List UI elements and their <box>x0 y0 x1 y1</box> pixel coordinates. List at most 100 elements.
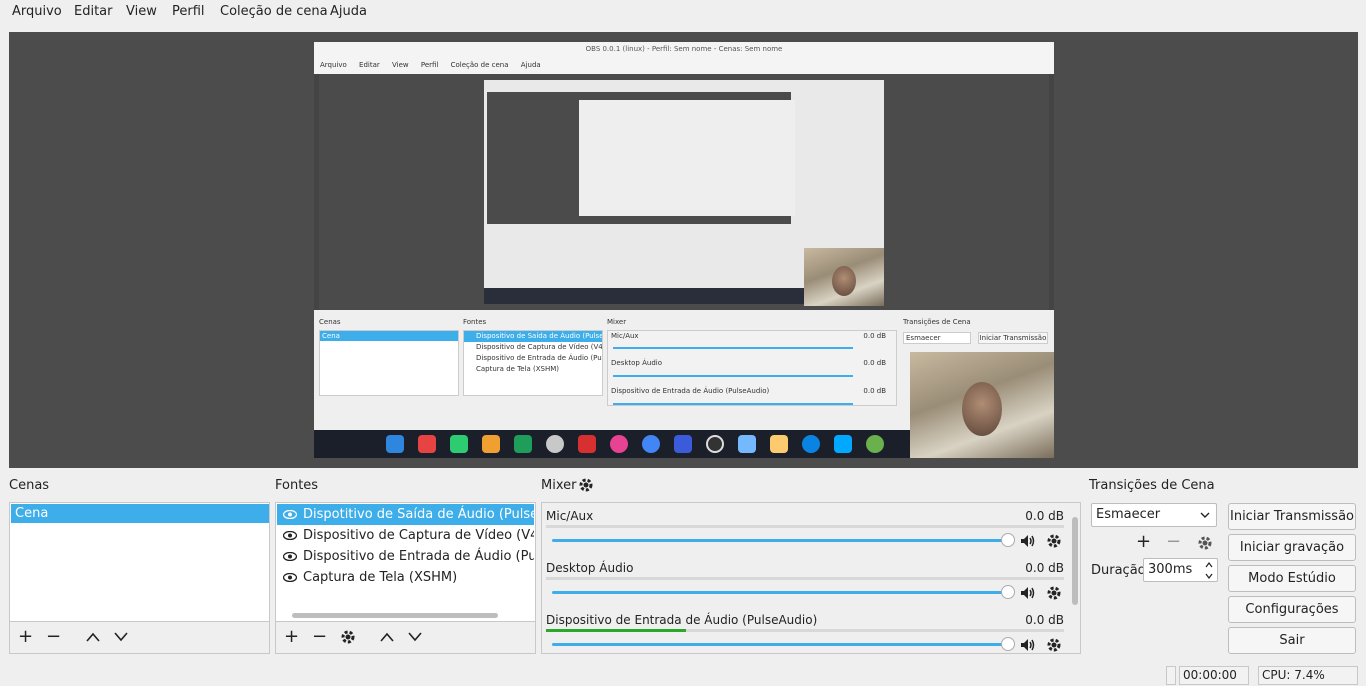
source-up-icon[interactable] <box>379 631 395 643</box>
mixer-volume-slider[interactable] <box>552 539 1008 542</box>
source-item-video-capture[interactable]: Dispositivo de Captura de Vídeo (V4L2) <box>277 525 534 546</box>
dock-icon <box>610 435 628 453</box>
menu-editar[interactable]: Editar <box>74 4 113 19</box>
menu-view[interactable]: View <box>126 4 157 19</box>
speaker-icon[interactable] <box>1020 638 1036 652</box>
spin-down-icon[interactable] <box>1205 573 1213 579</box>
nested-db: 0.0 dB <box>863 332 886 340</box>
transition-select[interactable]: Esmaecer <box>1091 503 1217 527</box>
preview-canvas[interactable]: OBS 0.0.1 (linux) - Perfil: Sem nome - C… <box>9 32 1358 468</box>
remove-source-button[interactable]: − <box>312 628 327 646</box>
source-item-screen-capture[interactable]: Captura de Tela (XSHM) <box>277 567 534 588</box>
mixer-volume-slider[interactable] <box>552 643 1008 646</box>
duration-spinbox[interactable]: 300ms <box>1143 558 1218 582</box>
source-item-audio-input[interactable]: Dispositivo de Entrada de Áudio (PulseAu <box>277 546 534 567</box>
add-transition-button[interactable]: + <box>1136 533 1151 551</box>
menu-perfil[interactable]: Perfil <box>172 4 205 19</box>
mixer-channel-db: 0.0 dB <box>1025 613 1064 627</box>
nested-cenas-list: Cena <box>319 330 459 396</box>
mixer-slider-knob[interactable] <box>1001 585 1015 599</box>
nested-menubar: Arquivo Editar View Perfil Coleção de ce… <box>314 56 1054 74</box>
nested-mic: Mic/Aux <box>611 332 639 340</box>
status-cpu: CPU: 7.4% <box>1258 666 1358 685</box>
settings-button[interactable]: Configurações <box>1228 596 1356 623</box>
source-down-icon[interactable] <box>407 631 423 643</box>
scene-item[interactable]: Cena <box>11 504 269 523</box>
eye-icon[interactable] <box>283 531 297 540</box>
menu-colecao-de-cena[interactable]: Coleção de cena <box>220 4 328 19</box>
scenes-title: Cenas <box>9 478 50 493</box>
mixer-volume-slider[interactable] <box>552 591 1008 594</box>
source-gear-icon[interactable] <box>340 629 356 645</box>
dock-icon <box>482 435 500 453</box>
dock-icon <box>578 435 596 453</box>
menu-arquivo[interactable]: Arquivo <box>12 4 62 19</box>
nested-transition-combo: Esmaecer <box>903 332 971 344</box>
scene-down-icon[interactable] <box>113 631 129 643</box>
eye-icon[interactable] <box>283 552 297 561</box>
nested-cenas-title: Cenas <box>319 318 341 326</box>
speaker-icon[interactable] <box>1020 586 1036 600</box>
nested-menu-item: View <box>392 61 409 69</box>
nested-fontes-title: Fontes <box>463 318 487 326</box>
status-time: 00:00:00 <box>1179 666 1249 685</box>
nested-dock-2 <box>484 288 806 304</box>
nested-cena-item: Cena <box>320 331 458 341</box>
nested-fontes-list: Dispositivo de Saída de Áudio (PulseAudi… <box>463 330 603 396</box>
scene-up-icon[interactable] <box>85 631 101 643</box>
mixer-slider-knob[interactable] <box>1001 533 1015 547</box>
nested-titlebar: OBS 0.0.1 (linux) - Perfil: Sem nome - C… <box>314 42 1054 56</box>
eye-icon[interactable] <box>283 573 297 582</box>
mixer-channel-db: 0.0 dB <box>1025 561 1064 575</box>
nested-mixer-title: Mixer <box>607 318 627 326</box>
nested-db: 0.0 dB <box>863 359 886 367</box>
sources-hscrollbar[interactable] <box>292 613 498 618</box>
studio-mode-button[interactable]: Modo Estúdio <box>1228 565 1356 592</box>
spin-up-icon[interactable] <box>1205 562 1213 568</box>
duration-label: Duração <box>1091 563 1146 578</box>
start-recording-button[interactable]: Iniciar gravação <box>1228 534 1356 561</box>
transition-gear-icon[interactable] <box>1197 535 1213 551</box>
dock-icon <box>546 435 564 453</box>
mixer-channel-name: Mic/Aux <box>546 509 594 523</box>
channel-gear-icon[interactable] <box>1046 533 1062 549</box>
eye-icon[interactable] <box>283 510 297 519</box>
nested-menu-item: Editar <box>359 61 380 69</box>
mixer-vscrollbar[interactable] <box>1072 517 1078 605</box>
sources-list[interactable]: Dispotitivo de Saída de Áudio (PulseAudi… <box>275 502 536 622</box>
speaker-icon[interactable] <box>1020 534 1036 548</box>
mixer-channel-db: 0.0 dB <box>1025 509 1064 523</box>
dock-icon <box>642 435 660 453</box>
mixer-meter <box>546 525 1064 528</box>
mixer-slider-knob[interactable] <box>1001 637 1015 651</box>
statusbar <box>0 664 1366 686</box>
preview-nested-screen: OBS 0.0.1 (linux) - Perfil: Sem nome - C… <box>314 42 1054 458</box>
add-scene-button[interactable]: + <box>18 628 33 646</box>
nested-input: Dispositivo de Entrada de Áudio (PulseAu… <box>611 387 770 395</box>
nested-bottom-dock <box>314 430 914 458</box>
nested-transicoes-title: Transições de Cena <box>903 318 971 326</box>
webcam-preview <box>910 352 1054 458</box>
nested-menu-item: Perfil <box>420 61 439 69</box>
remove-scene-button[interactable]: − <box>46 628 61 646</box>
mixer-panel: Mic/Aux 0.0 dB Desktop Áudio 0.0 dB Disp… <box>541 502 1081 654</box>
source-item-audio-output[interactable]: Dispotitivo de Saída de Áudio (PulseAudi… <box>277 504 534 525</box>
exit-button[interactable]: Sair <box>1228 627 1356 654</box>
mixer-meter-fill <box>546 629 686 632</box>
remove-transition-button[interactable]: − <box>1166 533 1181 551</box>
channel-gear-icon[interactable] <box>1046 637 1062 653</box>
menu-ajuda[interactable]: Ajuda <box>330 4 367 19</box>
scenes-toolbar: + − <box>9 622 270 654</box>
channel-gear-icon[interactable] <box>1046 585 1062 601</box>
start-streaming-button[interactable]: Iniciar Transmissão <box>1228 503 1356 530</box>
mixer-title: Mixer <box>541 478 577 493</box>
add-source-button[interactable]: + <box>284 628 299 646</box>
nested-source: Dispositivo de Saída de Áudio (PulseAudi… <box>464 331 602 342</box>
sources-toolbar: + − <box>275 622 536 654</box>
scenes-list[interactable]: Cena <box>9 502 270 622</box>
status-indicator <box>1166 666 1176 685</box>
nested-menu-item: Arquivo <box>320 61 347 69</box>
mixer-gear-icon[interactable] <box>578 477 594 493</box>
mixer-meter <box>546 629 1064 632</box>
source-label: Dispotitivo de Saída de Áudio (PulseAudi… <box>303 507 534 522</box>
